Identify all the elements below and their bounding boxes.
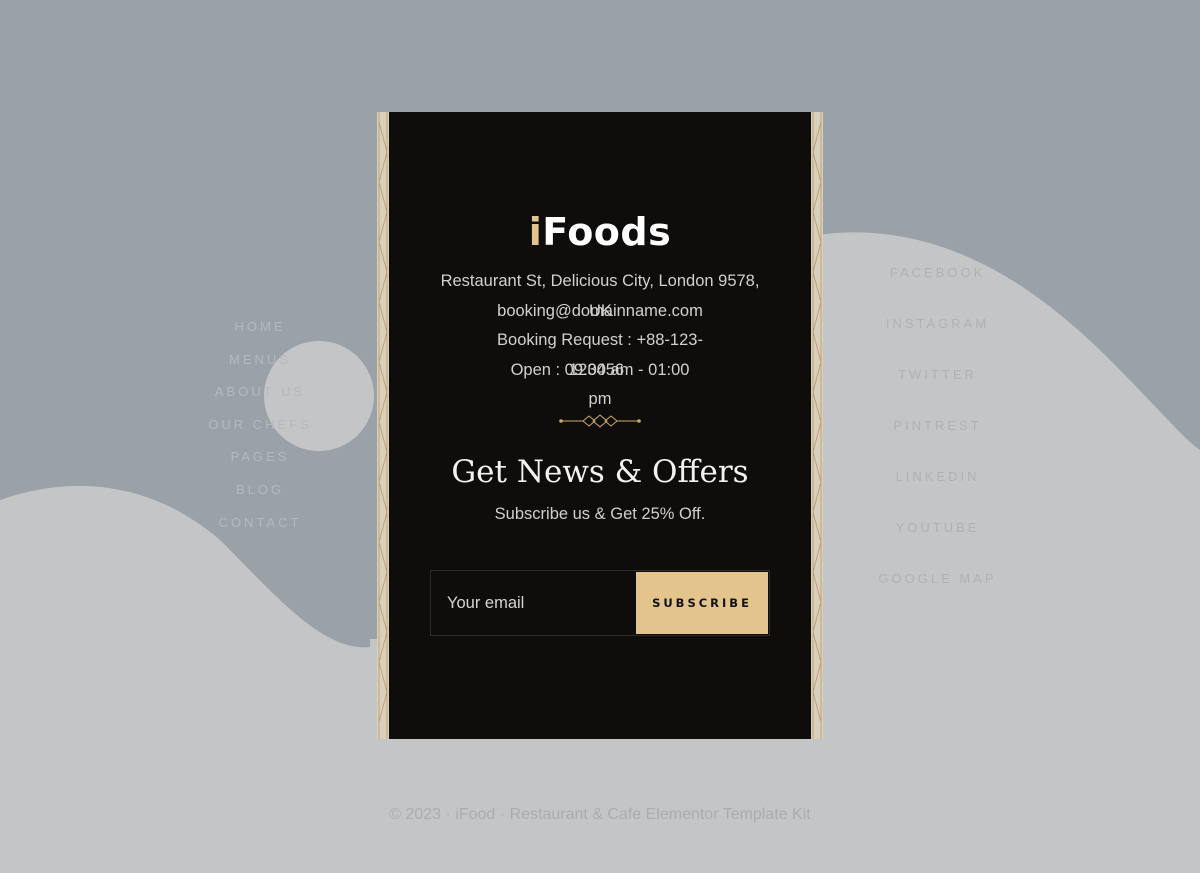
newsletter-title: Get News & Offers xyxy=(451,454,749,490)
nav-chefs-link[interactable]: Our Chefs xyxy=(190,414,330,447)
hours-line-end: pm xyxy=(588,390,612,408)
nav-contact-link[interactable]: Contact xyxy=(190,512,330,545)
subscribe-button[interactable]: SUBSCRIBE xyxy=(636,572,768,634)
instagram-link[interactable]: Instagram xyxy=(855,313,1020,364)
email-line: booking@domainname.com UK xyxy=(421,297,779,327)
google-map-link[interactable]: Google Map xyxy=(855,568,1020,619)
address-country-overlap: UK xyxy=(589,301,612,320)
logo-accent: i xyxy=(528,210,543,254)
address-line: Restaurant St, Delicious City, London 95… xyxy=(440,272,760,290)
facebook-link[interactable]: Facebook xyxy=(855,262,1020,313)
twitter-link[interactable]: Twitter xyxy=(855,364,1020,415)
footer-panel: iFoods Restaurant St, Delicious City, Lo… xyxy=(389,112,811,739)
logo-text: Foods xyxy=(542,210,672,254)
newsletter-form: SUBSCRIBE xyxy=(430,570,770,636)
linkedin-link[interactable]: Linkedin xyxy=(855,466,1020,517)
nav-menus-link[interactable]: Menus xyxy=(190,349,330,382)
ornament-divider-icon xyxy=(559,414,641,428)
nav-pages-link[interactable]: Pages xyxy=(190,446,330,479)
social-links-menu: Facebook Instagram Twitter Pintrest Link… xyxy=(855,262,1020,619)
nav-home-link[interactable]: Home xyxy=(190,316,330,349)
newsletter-subtitle: Subscribe us & Get 25% Off. xyxy=(494,505,706,523)
copyright-text: © 2023 · iFood · Restaurant & Cafe Eleme… xyxy=(389,806,811,823)
footer-nav-menu: Home Menus About Us Our Chefs Pages Blog… xyxy=(190,316,330,544)
phone-line[interactable]: Booking Request : +88-123- xyxy=(421,326,779,356)
contact-info: Restaurant St, Delicious City, London 95… xyxy=(421,267,779,415)
site-logo[interactable]: iFoods xyxy=(389,204,811,260)
art-deco-border-right xyxy=(811,112,823,739)
pintrest-link[interactable]: Pintrest xyxy=(855,415,1020,466)
nav-about-link[interactable]: About Us xyxy=(190,381,330,414)
youtube-link[interactable]: Youtube xyxy=(855,517,1020,568)
nav-blog-link[interactable]: Blog xyxy=(190,479,330,512)
art-deco-border-left xyxy=(377,112,389,739)
hours-line: Open : 09:00 am - 01:00 123456 xyxy=(421,356,779,386)
phone-number-overlap: 123456 xyxy=(569,360,625,379)
email-input[interactable] xyxy=(431,571,636,635)
